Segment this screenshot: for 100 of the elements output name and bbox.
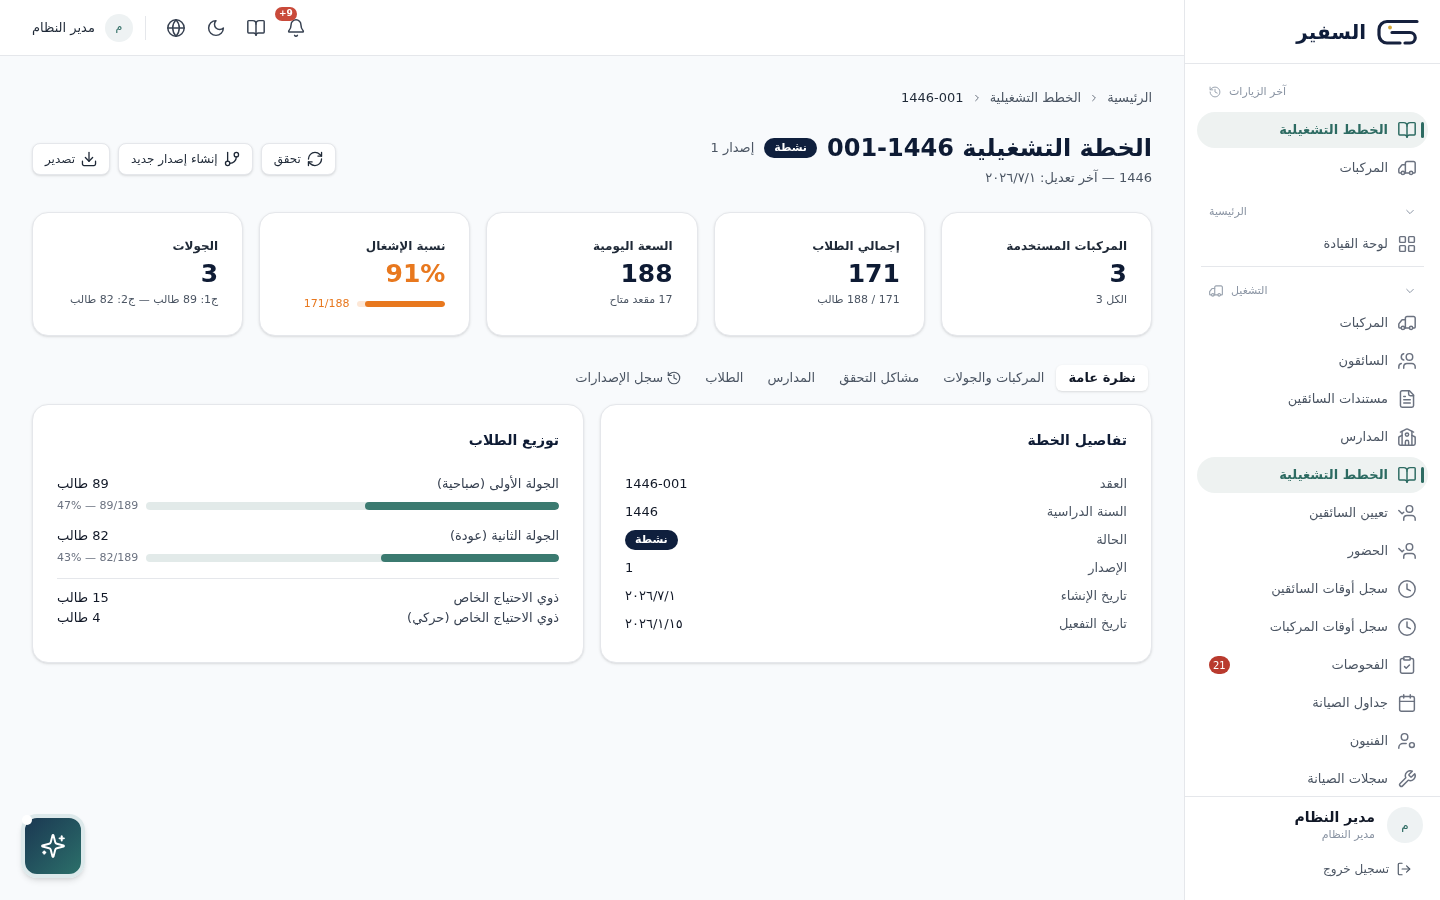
school-icon: [1398, 428, 1416, 446]
book-icon: [246, 18, 265, 37]
stat-label: إجمالي الطلاب: [811, 238, 900, 254]
ratio-text: 82/189 — 43%: [57, 549, 139, 566]
ratio-text: 89/189 — 47%: [57, 497, 139, 514]
book-icon: [1398, 121, 1416, 139]
truck-icon: [1398, 314, 1416, 332]
card-title: توزيع الطلاب: [467, 431, 559, 451]
field-value: 1446: [625, 503, 659, 522]
stat-value: 91%: [384, 258, 446, 290]
sidebar-item[interactable]: جداول الصيانة: [1197, 685, 1428, 721]
logout-button[interactable]: تسجيل خروج: [1323, 857, 1424, 881]
assistant-button[interactable]: [21, 814, 85, 878]
stat-note: الكل 3: [1094, 292, 1127, 308]
user-role: مدير النظام: [1320, 827, 1375, 843]
tab[interactable]: نظرة عامة: [1056, 365, 1148, 391]
sidebar-item[interactable]: الخطط التشغيلية: [1197, 112, 1428, 148]
sidebar-item[interactable]: تعيين السائقين: [1197, 495, 1428, 531]
field-value: 1: [625, 559, 634, 578]
sidebar-item[interactable]: لوحة القيادة: [1197, 226, 1428, 262]
category-label: ذوي الاحتياج الخاص: [453, 589, 559, 608]
section-label: آخر الزيارات: [1229, 83, 1287, 100]
sidebar-item[interactable]: المركبات: [1197, 150, 1428, 186]
field-label: تاريخ التفعيل: [1058, 615, 1127, 634]
logo-icon: [1376, 17, 1420, 46]
field-value: ٢٠٢٦/٧/١: [625, 587, 676, 606]
logout-icon: [1397, 862, 1411, 876]
tab[interactable]: الطلاب: [693, 365, 756, 391]
notification-badge: +9: [274, 6, 297, 21]
stat-note: ج1: 89 طالب — ج2: 82 طالب: [69, 292, 219, 308]
book-icon: [1398, 466, 1416, 484]
user-check-icon: [1398, 504, 1416, 522]
stat-label: نسبة الإشغال: [364, 238, 446, 254]
sidebar-item[interactable]: الخطط التشغيلية: [1197, 457, 1428, 493]
status-badge: نشطة: [764, 138, 817, 158]
sidebar-item[interactable]: المدارس: [1197, 419, 1428, 455]
sparkle-icon: [41, 834, 65, 858]
field-label: السنة الدراسية: [1046, 503, 1127, 522]
notifications-button[interactable]: +9: [277, 9, 314, 46]
field-label: تاريخ الإنشاء: [1060, 587, 1127, 606]
tab[interactable]: المدارس: [755, 365, 828, 391]
sidebar-item[interactable]: سجل أوقات المركبات: [1197, 609, 1428, 645]
stat-label: المركبات المستخدمة: [1005, 238, 1127, 254]
student-count: 4 طالب: [57, 609, 101, 628]
field-label: الإصدار: [1088, 559, 1127, 578]
sidebar-item[interactable]: مستندات السائقين: [1197, 381, 1428, 417]
clock-icon: [1398, 580, 1416, 598]
stat-label: الجولات: [171, 238, 219, 254]
stat-value: 188: [619, 258, 673, 290]
sidebar-item[interactable]: الفنيون: [1197, 723, 1428, 759]
action-button[interactable]: تصدير: [32, 143, 110, 175]
stat-value: 3: [1108, 258, 1127, 290]
sidebar-item[interactable]: الحضور: [1197, 533, 1428, 569]
wrench-icon: [1398, 770, 1416, 788]
version-label: إصدار 1: [710, 139, 755, 158]
stat-note: 17 مقعد متاح: [608, 292, 673, 308]
page-title: الخطة التشغيلية 1446-001: [827, 133, 1152, 164]
refresh-icon: [306, 151, 323, 167]
round-label: الجولة الأولى (صباحية): [437, 474, 559, 494]
card-title: تفاصيل الخطة: [1026, 431, 1127, 450]
user-gear-icon: [1398, 732, 1416, 750]
moon-icon: [206, 18, 225, 37]
avatar: م: [104, 13, 133, 42]
sidebar-item[interactable]: سجلات الصيانة: [1197, 761, 1428, 796]
stat-value: 171: [846, 258, 900, 290]
tab[interactable]: المركبات والجولات: [931, 365, 1057, 391]
sidebar-item[interactable]: المركبات: [1197, 305, 1428, 341]
field-value: ٢٠٢٦/١/١٥: [625, 615, 683, 634]
user-check-icon: [1398, 542, 1416, 560]
active-indicator: [1421, 122, 1424, 138]
page-subtitle: 1446 — آخر تعديل: ٢٠٢٦/٧/١: [984, 168, 1152, 188]
tab[interactable]: مشاكل التحقق: [827, 365, 932, 391]
sidebar-item[interactable]: السائقون: [1197, 343, 1428, 379]
avatar: م: [1387, 807, 1423, 843]
category-label: ذوي الاحتياج الخاص (حركي): [407, 609, 559, 628]
sidebar-item[interactable]: سجل أوقات السائقين: [1197, 571, 1428, 607]
breadcrumb-current: 1446-001: [901, 89, 964, 108]
status-badge: نشطة: [625, 530, 678, 550]
tab[interactable]: سجل الإصدارات: [563, 365, 694, 391]
student-count: 82 طالب: [57, 527, 109, 546]
field-label: الحالة: [1096, 531, 1127, 550]
document-icon: [1398, 390, 1416, 408]
user-name: مدير النظام: [1294, 808, 1375, 827]
count-badge: 21: [1209, 656, 1230, 674]
clipboard-check-icon: [1398, 656, 1416, 674]
action-button[interactable]: تحقق: [260, 143, 336, 175]
breadcrumb-link[interactable]: الخطط التشغيلية: [989, 88, 1082, 108]
active-indicator: [1421, 467, 1424, 483]
action-button[interactable]: إنشاء إصدار جديد: [118, 143, 253, 175]
bell-icon: [286, 18, 305, 37]
stat-note: 171 / 188 طالب: [816, 292, 900, 308]
history-icon: [1209, 86, 1221, 98]
branch-icon: [223, 151, 240, 167]
users-icon: [1398, 352, 1416, 370]
grid-icon: [1398, 235, 1416, 253]
field-value: 1446-001: [625, 475, 688, 494]
breadcrumb-link[interactable]: الرئيسية: [1107, 88, 1152, 108]
student-count: 89 طالب: [57, 475, 109, 494]
globe-icon: [166, 18, 185, 37]
truck-icon: [1398, 159, 1416, 177]
